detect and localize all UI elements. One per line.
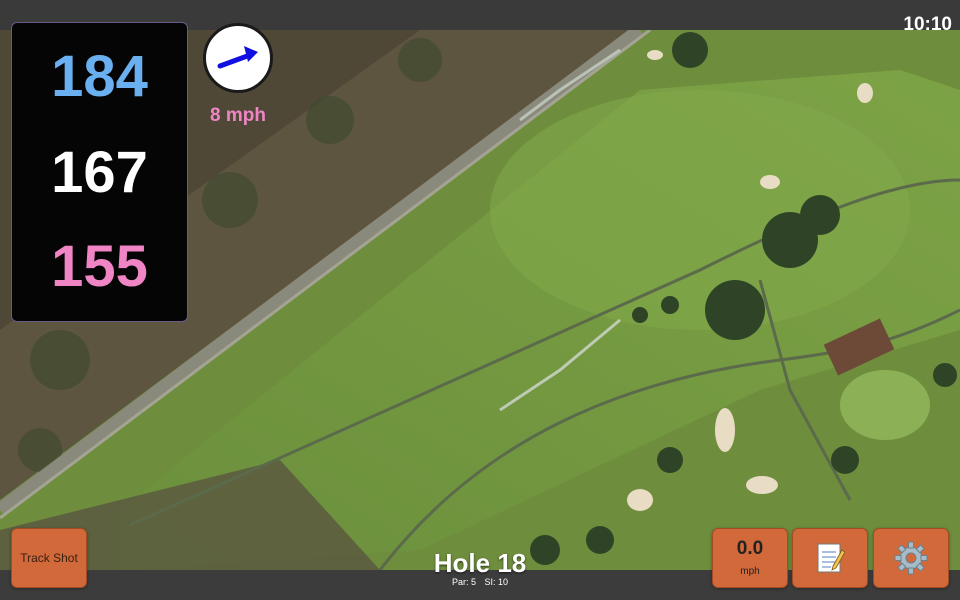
hole-info: Par: 5 SI: 10 [380, 577, 580, 587]
gear-icon [894, 541, 928, 575]
middle-of-green-yardage: 167 [51, 140, 148, 205]
hole-stroke-index: SI: 10 [484, 577, 509, 587]
settings-button[interactable] [873, 528, 949, 588]
hole-par: Par: 5 [451, 577, 476, 587]
front-of-green-yardage: 155 [51, 234, 148, 299]
speed-unit: mph [740, 566, 760, 577]
back-of-green-yardage: 184 [51, 44, 148, 109]
speed-button[interactable]: 0.0 mph [712, 528, 788, 588]
notes-button[interactable] [792, 528, 868, 588]
wind-direction-arrow-icon [217, 46, 258, 69]
wind-speed-label: 8 mph [210, 105, 266, 126]
wind-direction-dial [203, 23, 273, 93]
notepad-icon [817, 543, 845, 573]
yardage-panel: 184 167 155 [11, 22, 188, 322]
track-shot-button[interactable]: Track Shot [11, 528, 87, 588]
speed-value: 0.0 [736, 538, 764, 559]
hole-title: Hole 18 [433, 548, 527, 578]
